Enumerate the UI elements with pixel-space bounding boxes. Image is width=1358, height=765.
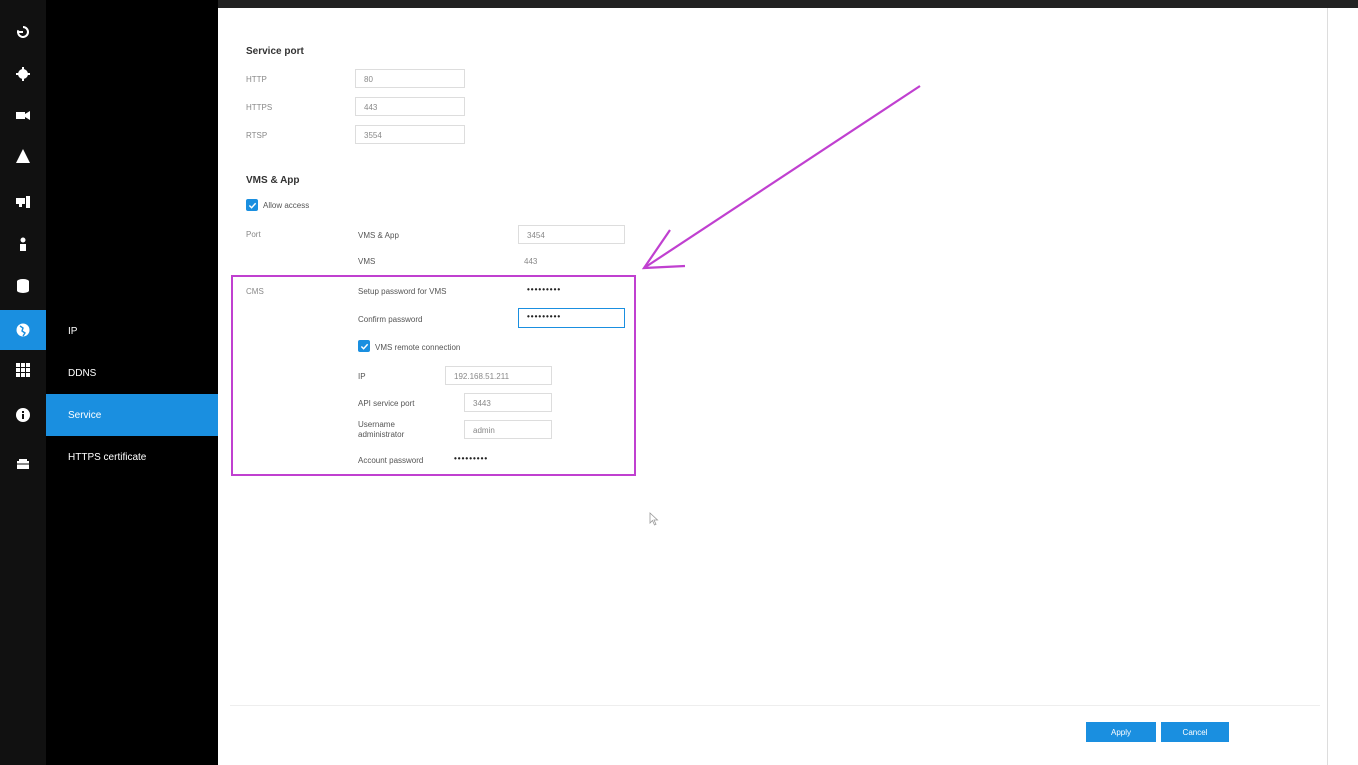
- network-globe-icon[interactable]: [0, 310, 46, 350]
- https-label: HTTPS: [246, 103, 273, 112]
- allow-access-label: Allow access: [263, 201, 310, 210]
- rtsp-label: RTSP: [246, 131, 268, 140]
- port-label: Port: [246, 230, 261, 239]
- vms-app-port-input[interactable]: 3454: [518, 225, 625, 244]
- apply-button[interactable]: Apply: [1086, 722, 1156, 742]
- cancel-button[interactable]: Cancel: [1161, 722, 1229, 742]
- submenu-item-ip[interactable]: IP: [46, 310, 218, 352]
- alert-triangle-icon[interactable]: [0, 136, 46, 176]
- rtsp-port-input[interactable]: 3554: [355, 125, 465, 144]
- right-frame: [1327, 8, 1358, 765]
- plugin-icon[interactable]: [0, 444, 46, 484]
- vms-app-title: VMS & App: [246, 175, 300, 186]
- check-icon: [248, 202, 256, 209]
- logout-icon[interactable]: [0, 12, 46, 52]
- submenu-item-label: Service: [68, 409, 102, 421]
- icon-rail: [0, 0, 46, 765]
- submenu-item-label: DDNS: [68, 367, 97, 379]
- submenu-item-https-certificate[interactable]: HTTPS certificate: [46, 436, 218, 478]
- grid-icon[interactable]: [0, 350, 46, 390]
- gear-icon[interactable]: [0, 54, 46, 94]
- submenu-item-service[interactable]: Service: [46, 394, 218, 436]
- user-icon[interactable]: [0, 224, 46, 264]
- devices-icon[interactable]: [0, 181, 46, 221]
- vms-port-value: 443: [524, 257, 538, 266]
- info-icon[interactable]: [0, 395, 46, 435]
- video-camera-icon[interactable]: [0, 95, 46, 135]
- submenu-item-label: HTTPS certificate: [68, 451, 147, 463]
- annotation-arrow-icon: [641, 85, 921, 270]
- annotation-highlight-box: [231, 275, 636, 476]
- top-bar: [218, 0, 1358, 8]
- http-port-input[interactable]: 80: [355, 69, 465, 88]
- port-vms-label: VMS: [358, 257, 376, 266]
- network-submenu: IP DDNS Service HTTPS certificate: [46, 0, 218, 765]
- footer-divider: [230, 705, 1320, 706]
- mouse-cursor-icon: [649, 512, 659, 526]
- http-label: HTTP: [246, 75, 267, 84]
- allow-access-checkbox[interactable]: [246, 199, 258, 211]
- submenu-item-label: IP: [68, 325, 78, 337]
- database-icon[interactable]: [0, 266, 46, 306]
- port-vms-app-label: VMS & App: [358, 231, 399, 240]
- https-port-input[interactable]: 443: [355, 97, 465, 116]
- submenu-item-ddns[interactable]: DDNS: [46, 352, 218, 394]
- service-port-title: Service port: [246, 46, 304, 57]
